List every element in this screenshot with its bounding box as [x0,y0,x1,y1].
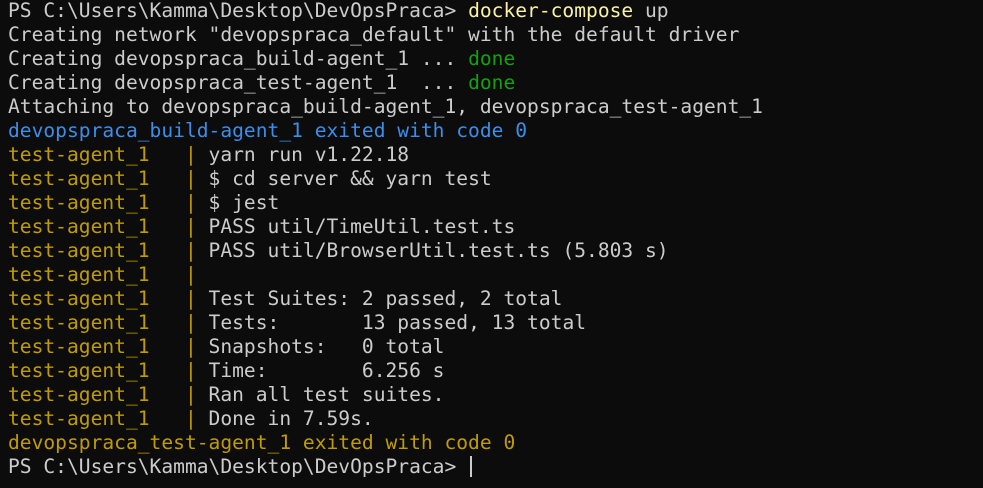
terminal-text: $ jest [208,191,280,214]
terminal-text: Test Suites: 2 passed, 2 total [208,287,563,310]
terminal-text: docker-compose [468,0,634,22]
terminal-text: Done in 7.59s. [208,407,374,430]
terminal-text: test-agent_1 | [8,407,209,430]
terminal-line: PS C:\Users\Kamma\Desktop\DevOpsPraca> d… [8,0,763,23]
terminal-output: PS C:\Users\Kamma\Desktop\DevOpsPraca> d… [8,0,763,479]
terminal-text: Creating devopspraca_test-agent_1 ... [8,71,469,94]
terminal-line: test-agent_1 | Test Suites: 2 passed, 2 … [8,287,763,311]
terminal-line: Creating devopspraca_test-agent_1 ... do… [8,71,763,95]
terminal-text: done [468,71,516,94]
terminal-line: test-agent_1 | Tests: 13 passed, 13 tota… [8,311,763,335]
terminal-line: test-agent_1 | yarn run v1.22.18 [8,143,763,167]
terminal-text: done [468,47,516,70]
text-cursor [470,456,473,477]
terminal-line: test-agent_1 | PASS util/BrowserUtil.tes… [8,239,763,263]
terminal-text: test-agent_1 | [8,287,209,310]
terminal-line: Creating devopspraca_build-agent_1 ... d… [8,47,763,71]
terminal-line: test-agent_1 | Ran all test suites. [8,383,763,407]
terminal-text: Time: 6.256 s [208,359,445,382]
terminal-text: Snapshots: 0 total [208,335,445,358]
terminal-text: test-agent_1 | [8,359,209,382]
terminal-line: devopspraca_test-agent_1 exited with cod… [8,431,763,455]
terminal-text: devopspraca_build-agent_1 exited with co… [8,119,528,142]
terminal-text: PS C:\Users\Kamma\Desktop\DevOpsPraca> [8,0,469,22]
terminal-line: test-agent_1 | Snapshots: 0 total [8,335,763,359]
terminal-text: test-agent_1 | [8,239,209,262]
terminal-text: test-agent_1 | [8,335,209,358]
terminal-line: PS C:\Users\Kamma\Desktop\DevOpsPraca> [8,455,763,479]
terminal-text: test-agent_1 | [8,311,209,334]
terminal-line: test-agent_1 | Done in 7.59s. [8,407,763,431]
terminal-line: test-agent_1 | $ cd server && yarn test [8,167,763,191]
terminal-text: PS C:\Users\Kamma\Desktop\DevOpsPraca> [8,455,469,478]
terminal-text: up [633,0,669,22]
terminal-text: test-agent_1 | [8,191,209,214]
terminal-text: yarn run v1.22.18 [208,143,410,166]
terminal-text: test-agent_1 | [8,263,209,286]
terminal-text: test-agent_1 | [8,215,209,238]
terminal-window[interactable]: PS C:\Users\Kamma\Desktop\DevOpsPraca> d… [0,0,983,488]
terminal-line: test-agent_1 | PASS util/TimeUtil.test.t… [8,215,763,239]
terminal-text: $ cd server && yarn test [208,167,492,190]
terminal-line: test-agent_1 | [8,263,763,287]
terminal-line: Attaching to devopspraca_build-agent_1, … [8,95,763,119]
terminal-text: Creating devopspraca_build-agent_1 ... [8,47,469,70]
terminal-text: test-agent_1 | [8,167,209,190]
terminal-text: PASS util/TimeUtil.test.ts [208,215,516,238]
terminal-text: test-agent_1 | [8,143,209,166]
terminal-line: Creating network "devopspraca_default" w… [8,23,763,47]
terminal-text: devopspraca_test-agent_1 exited with cod… [8,431,516,454]
terminal-text: Creating network "devopspraca_default" w… [8,23,740,46]
terminal-line: test-agent_1 | $ jest [8,191,763,215]
terminal-line: devopspraca_build-agent_1 exited with co… [8,119,763,143]
terminal-text: test-agent_1 | [8,383,209,406]
terminal-text: Tests: 13 passed, 13 total [208,311,587,334]
terminal-text: PASS util/BrowserUtil.test.ts (5.803 s) [208,239,669,262]
terminal-text: Ran all test suites. [208,383,445,406]
terminal-text: Attaching to devopspraca_build-agent_1, … [8,95,763,118]
terminal-line: test-agent_1 | Time: 6.256 s [8,359,763,383]
